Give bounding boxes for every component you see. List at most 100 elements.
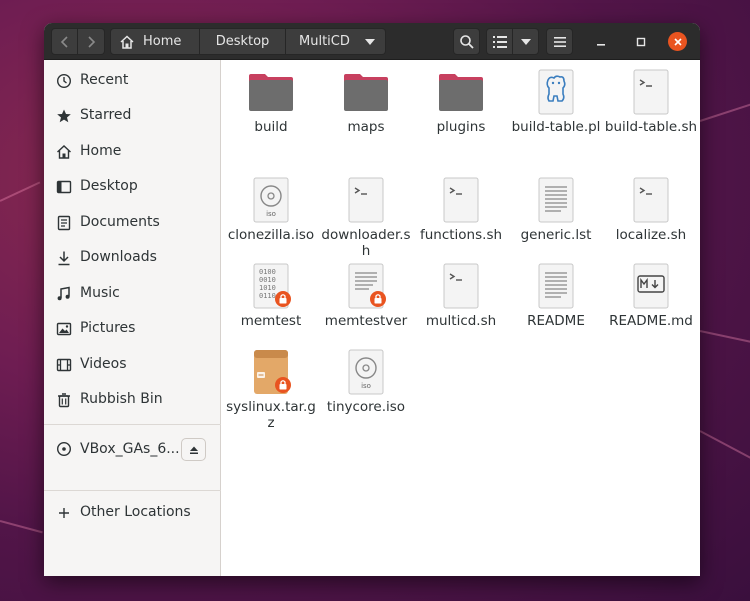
text-file-icon bbox=[538, 263, 574, 309]
file-item-memtestver[interactable]: memtestver bbox=[319, 262, 413, 352]
plus-icon bbox=[59, 508, 69, 518]
file-name: downloader.sh bbox=[321, 227, 411, 259]
minimize-icon bbox=[596, 43, 605, 46]
close-button[interactable] bbox=[668, 32, 687, 51]
forward-button[interactable] bbox=[78, 28, 105, 55]
file-item-maps[interactable]: maps bbox=[319, 68, 413, 158]
text-file-locked-icon bbox=[348, 263, 386, 309]
sidebar-item-label: Recent bbox=[80, 72, 129, 88]
file-name: README.md bbox=[609, 313, 693, 329]
eject-button[interactable] bbox=[181, 438, 206, 461]
back-button[interactable] bbox=[51, 28, 78, 55]
file-name: localize.sh bbox=[615, 227, 687, 243]
home-icon bbox=[120, 34, 134, 49]
sidebar-item-starred[interactable]: Starred bbox=[44, 99, 221, 133]
disc-icon bbox=[56, 441, 72, 457]
file-item-clonezilla-iso[interactable]: iso clonezilla.iso bbox=[224, 176, 318, 266]
sidebar-item-videos[interactable]: Videos bbox=[44, 348, 221, 382]
sidebar-item-label: Downloads bbox=[80, 249, 157, 265]
menu-button[interactable] bbox=[546, 28, 573, 55]
breadcrumb-home[interactable]: Home bbox=[110, 28, 200, 55]
file-item-build-table-sh[interactable]: build-table.sh bbox=[604, 68, 698, 158]
file-view: build maps plugins build-table.pl build-… bbox=[222, 60, 700, 576]
file-name: plugins bbox=[436, 119, 486, 135]
sidebar-item-music[interactable]: Music bbox=[44, 277, 221, 311]
list-view-icon bbox=[492, 35, 507, 48]
file-name: build-table.pl bbox=[511, 119, 601, 135]
file-item-syslinux-tar-gz[interactable]: syslinux.tar.gz bbox=[224, 348, 318, 438]
breadcrumb-desktop[interactable]: Desktop bbox=[200, 28, 286, 55]
file-item-localize-sh[interactable]: localize.sh bbox=[604, 176, 698, 266]
video-icon bbox=[56, 358, 72, 372]
file-item-readme-md[interactable]: README.md bbox=[604, 262, 698, 352]
archive-icon bbox=[254, 350, 291, 394]
svg-text:0100: 0100 bbox=[259, 268, 276, 276]
maximize-icon bbox=[636, 37, 645, 46]
picture-icon bbox=[56, 322, 72, 336]
file-item-multicd-sh[interactable]: multicd.sh bbox=[414, 262, 508, 352]
sidebar-item-device[interactable]: VBox_GAs_6.... bbox=[44, 431, 221, 468]
file-item-generic-lst[interactable]: generic.lst bbox=[509, 176, 603, 266]
sidebar-separator bbox=[44, 490, 221, 491]
breadcrumb-home-label: Home bbox=[143, 34, 182, 49]
svg-text:iso: iso bbox=[266, 210, 276, 218]
eject-icon bbox=[189, 446, 198, 454]
script-icon bbox=[443, 263, 479, 309]
sidebar-item-home[interactable]: Home bbox=[44, 135, 221, 169]
sidebar-item-recent[interactable]: Recent bbox=[44, 64, 221, 98]
sidebar-item-desktop[interactable]: Desktop bbox=[44, 170, 221, 204]
folder-icon bbox=[439, 74, 483, 111]
svg-text:0010: 0010 bbox=[259, 276, 276, 284]
text-file-icon bbox=[538, 177, 574, 223]
minimize-button[interactable] bbox=[591, 32, 610, 51]
header-bar: Home Desktop MultiCD bbox=[44, 23, 700, 60]
sidebar-separator bbox=[44, 424, 221, 425]
file-item-tinycore-iso[interactable]: iso tinycore.iso bbox=[319, 348, 413, 438]
sidebar-item-label: Starred bbox=[80, 107, 132, 123]
star-icon bbox=[57, 109, 71, 123]
perl-camel-icon bbox=[538, 69, 574, 115]
sidebar-item-pictures[interactable]: Pictures bbox=[44, 312, 221, 346]
script-icon bbox=[348, 177, 384, 223]
sidebar-item-label: Videos bbox=[80, 356, 127, 372]
file-item-build-table-pl[interactable]: build-table.pl bbox=[509, 68, 603, 158]
file-name: memtest bbox=[240, 313, 302, 329]
desktop-icon bbox=[56, 180, 72, 194]
search-button[interactable] bbox=[453, 28, 480, 55]
clock-icon bbox=[56, 73, 72, 89]
sidebar-item-documents[interactable]: Documents bbox=[44, 206, 221, 240]
file-item-downloader-sh[interactable]: downloader.sh bbox=[319, 176, 413, 266]
hamburger-icon bbox=[553, 36, 566, 47]
music-icon bbox=[57, 286, 70, 301]
close-icon bbox=[673, 37, 682, 46]
file-name: build-table.sh bbox=[604, 119, 698, 135]
trash-icon bbox=[58, 393, 70, 408]
file-item-plugins[interactable]: plugins bbox=[414, 68, 508, 158]
maximize-button[interactable] bbox=[631, 32, 650, 51]
wallpaper-streak bbox=[699, 101, 750, 122]
file-name: clonezilla.iso bbox=[227, 227, 315, 243]
file-name: functions.sh bbox=[419, 227, 503, 243]
sidebar-item-other-locations[interactable]: Other Locations bbox=[44, 496, 221, 530]
view-options-button[interactable] bbox=[513, 28, 539, 55]
breadcrumb-current-label: MultiCD bbox=[299, 34, 350, 49]
script-icon bbox=[633, 69, 669, 115]
file-item-functions-sh[interactable]: functions.sh bbox=[414, 176, 508, 266]
wallpaper-streak bbox=[0, 520, 43, 534]
sidebar-item-label: VBox_GAs_6.... bbox=[80, 441, 185, 457]
sidebar-item-rubbish-bin[interactable]: Rubbish Bin bbox=[44, 383, 221, 417]
file-name: maps bbox=[347, 119, 385, 135]
file-item-memtest[interactable]: 0100 0010 1010 0110 memtest bbox=[224, 262, 318, 352]
file-item-build[interactable]: build bbox=[224, 68, 318, 158]
home-icon bbox=[57, 145, 71, 159]
sidebar-item-downloads[interactable]: Downloads bbox=[44, 241, 221, 275]
file-item-readme[interactable]: README bbox=[509, 262, 603, 352]
places-sidebar: Recent Starred Home Desktop Documents Do… bbox=[44, 60, 221, 576]
file-manager-window: Home Desktop MultiCD Recent Starred Home… bbox=[44, 23, 700, 576]
list-view-button[interactable] bbox=[486, 28, 513, 55]
svg-text:iso: iso bbox=[361, 382, 371, 390]
breadcrumb-current[interactable]: MultiCD bbox=[286, 28, 386, 55]
file-name: tinycore.iso bbox=[326, 399, 406, 415]
document-icon bbox=[57, 215, 71, 231]
caret-down-icon[interactable] bbox=[365, 39, 375, 45]
